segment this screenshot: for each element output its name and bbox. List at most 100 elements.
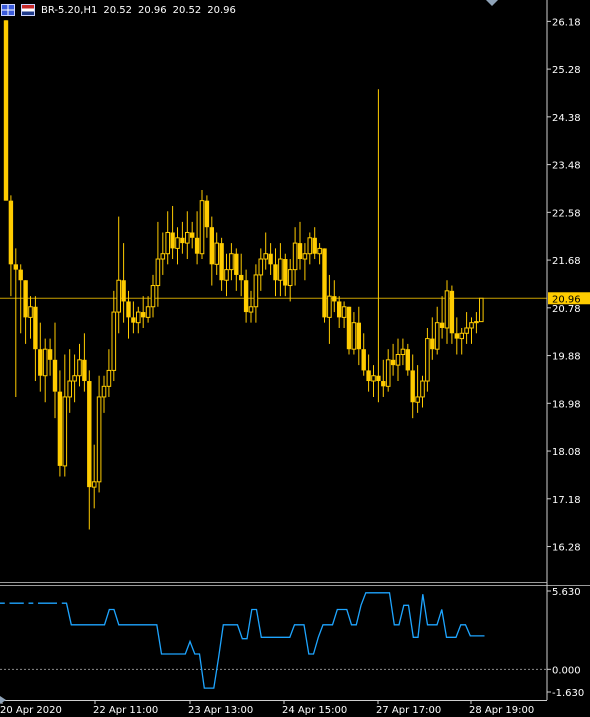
candle bbox=[28, 296, 33, 339]
candle bbox=[47, 338, 53, 376]
candle bbox=[356, 306, 361, 366]
candle-body-up bbox=[101, 385, 107, 398]
candle-body-down bbox=[209, 227, 214, 265]
candle-body-up bbox=[96, 396, 102, 483]
candle-body-up bbox=[77, 359, 82, 377]
candle bbox=[91, 444, 97, 509]
header-high: 20.96 bbox=[137, 4, 167, 16]
candle bbox=[479, 297, 484, 323]
candle bbox=[101, 375, 107, 413]
candle-body-down bbox=[131, 317, 136, 323]
candle bbox=[38, 322, 43, 392]
candle bbox=[410, 354, 415, 419]
candle bbox=[224, 253, 229, 297]
candle bbox=[180, 221, 185, 254]
price-tick-label: 24.38 bbox=[552, 113, 581, 124]
candle-body-up bbox=[327, 295, 332, 318]
candle bbox=[371, 365, 376, 397]
candle bbox=[297, 221, 303, 270]
candle-body-up bbox=[444, 290, 450, 329]
candle-body-up bbox=[72, 375, 77, 382]
indicator-tick-label: -1.630 bbox=[552, 688, 584, 699]
candle bbox=[395, 338, 401, 382]
candle bbox=[175, 227, 180, 265]
candle bbox=[341, 301, 347, 328]
candle bbox=[263, 232, 268, 270]
candle bbox=[351, 312, 357, 355]
candle-body-up bbox=[434, 322, 440, 350]
candle-body-up bbox=[155, 258, 161, 287]
price-tick-label: 26.18 bbox=[552, 17, 581, 28]
candle-body-up bbox=[287, 269, 293, 287]
candle bbox=[136, 306, 141, 334]
time-tick-label: 24 Apr 15:00 bbox=[282, 705, 347, 716]
candle bbox=[346, 306, 352, 355]
candle bbox=[96, 375, 102, 493]
candle-body-up bbox=[42, 348, 48, 377]
candle bbox=[141, 296, 146, 328]
candle-body-down bbox=[18, 269, 23, 281]
candle bbox=[165, 211, 170, 265]
candle-body-down bbox=[33, 306, 38, 350]
candle-body-down bbox=[346, 306, 352, 350]
candle bbox=[268, 243, 273, 275]
indicator-line bbox=[0, 592, 485, 689]
candle bbox=[67, 349, 73, 413]
price-tick-label: 25.28 bbox=[552, 65, 581, 76]
candle-body-up bbox=[278, 258, 283, 281]
candle bbox=[444, 280, 450, 344]
candle-body-up bbox=[459, 332, 464, 340]
candle-body-down bbox=[273, 264, 278, 281]
candle bbox=[405, 343, 410, 376]
candle-body-down bbox=[3, 20, 9, 201]
candle bbox=[248, 290, 254, 323]
candle-body-down bbox=[57, 391, 63, 466]
candle bbox=[292, 227, 298, 286]
candle bbox=[8, 195, 14, 297]
header-symbol: BR-5.20,H1 bbox=[41, 4, 98, 16]
candle-body-up bbox=[395, 354, 401, 366]
candle-body-down bbox=[234, 253, 239, 275]
candle bbox=[469, 317, 474, 344]
candle-body-up bbox=[224, 269, 229, 281]
time-tick-label: 23 Apr 13:00 bbox=[188, 705, 253, 716]
indicator-pane[interactable] bbox=[0, 592, 547, 689]
candle bbox=[400, 338, 406, 366]
time-tick-label: 27 Apr 17:00 bbox=[376, 705, 441, 716]
candle bbox=[464, 312, 469, 344]
indicator-axis[interactable]: 5.630 0.000 -1.630 bbox=[547, 587, 584, 699]
candle bbox=[317, 243, 322, 265]
candle-body-up bbox=[91, 481, 97, 488]
candle-body-up bbox=[263, 253, 268, 260]
price-tick-label: 22.58 bbox=[552, 208, 581, 219]
candle bbox=[361, 333, 366, 376]
candle-body-down bbox=[239, 274, 244, 281]
candle-body-up bbox=[175, 237, 180, 249]
candle bbox=[204, 195, 210, 238]
candle bbox=[278, 243, 283, 297]
price-tick-label: 19.88 bbox=[552, 352, 581, 363]
candle bbox=[13, 248, 18, 397]
candle-body-down bbox=[268, 253, 273, 265]
candle-body-up bbox=[302, 253, 308, 260]
header-close: 20.96 bbox=[207, 4, 236, 16]
symbol-table-icon bbox=[1, 4, 15, 16]
candle-body-down bbox=[126, 301, 131, 318]
candle-body-down bbox=[23, 280, 28, 318]
candle bbox=[87, 370, 92, 530]
scroll-marker-icon[interactable] bbox=[486, 0, 498, 6]
candle-body-up bbox=[165, 231, 170, 255]
candle bbox=[116, 216, 122, 334]
candle-body-up bbox=[214, 242, 219, 265]
candle bbox=[18, 264, 23, 334]
candle-body-up bbox=[420, 380, 425, 398]
candle-body-down bbox=[243, 280, 249, 313]
candle bbox=[434, 306, 440, 355]
candle-body-up bbox=[160, 253, 166, 260]
price-chart[interactable]: 26.18 25.28 24.38 23.48 22.58 21.68 20.78 19.88… bbox=[0, 0, 590, 717]
candle-body-up bbox=[258, 258, 264, 276]
time-axis[interactable]: 20 Apr 2020 22 Apr 11:00 23 Apr 13:00 24 Ap… bbox=[0, 696, 547, 716]
candle bbox=[194, 211, 200, 265]
price-tick-label: 16.28 bbox=[552, 543, 581, 554]
candle bbox=[283, 253, 288, 297]
